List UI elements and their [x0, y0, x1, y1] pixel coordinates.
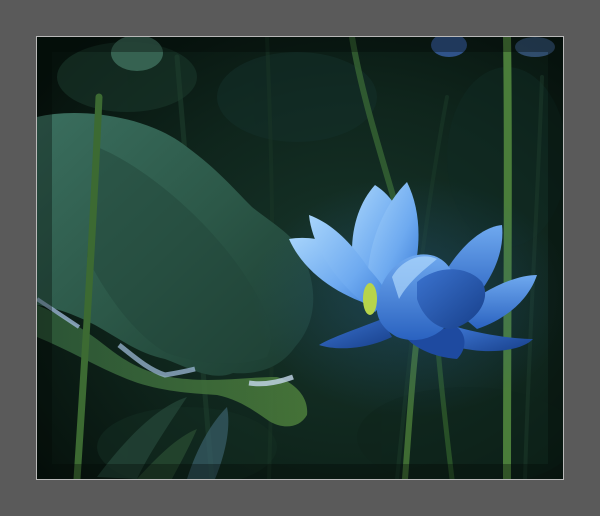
stamen: [363, 283, 377, 315]
photo-mat: [0, 0, 600, 516]
photo-frame: [36, 36, 564, 480]
lotus-photo: [37, 37, 563, 479]
